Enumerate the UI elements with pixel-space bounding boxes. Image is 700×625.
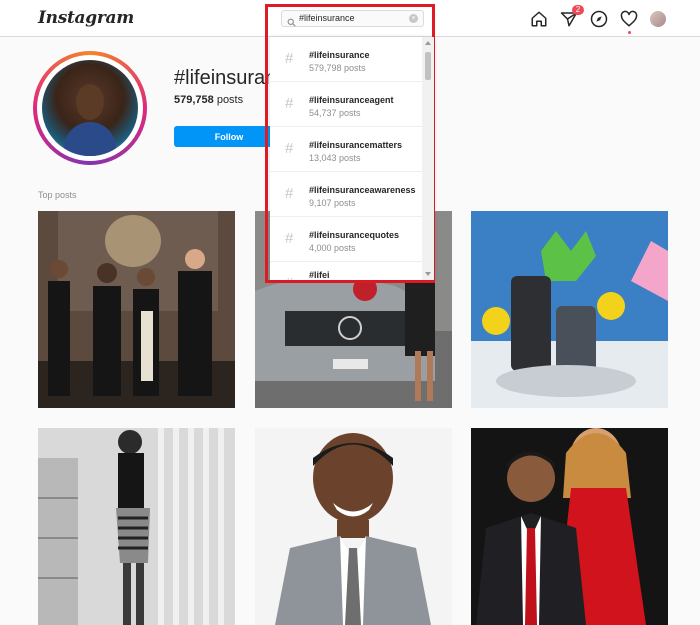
post-thumbnail[interactable] xyxy=(471,211,668,408)
search-suggestions: # #lifeinsurance 579,798 posts # #lifein… xyxy=(270,37,434,280)
nav-icons: 2 xyxy=(530,5,668,34)
explore-icon[interactable] xyxy=(590,10,608,28)
scroll-up-arrow-icon[interactable] xyxy=(425,41,431,45)
search-value: #lifeinsurance xyxy=(299,13,355,23)
post-thumbnail[interactable] xyxy=(38,211,235,408)
suggestion-tag: #lifeinsurance xyxy=(309,50,370,60)
suggestion-count: 579,798 posts xyxy=(309,63,366,73)
suggestion-item[interactable]: # #lifeinsurance 579,798 posts xyxy=(270,37,422,82)
scroll-thumb[interactable] xyxy=(425,52,431,80)
suggestion-item[interactable]: # #lifei xyxy=(270,262,422,280)
suggestion-item[interactable]: # #lifeinsurancematters 13,043 posts xyxy=(270,127,422,172)
suggestion-tag: #lifeinsurancequotes xyxy=(309,230,400,240)
suggestion-tag: #lifeinsurancematters xyxy=(309,140,403,150)
search-icon xyxy=(287,14,296,27)
post-count-label: posts xyxy=(213,94,244,106)
post-thumbnail[interactable] xyxy=(255,428,452,625)
top-posts-heading: Top posts xyxy=(38,190,77,200)
clear-icon[interactable]: × xyxy=(409,14,418,23)
notifications-badge: 2 xyxy=(572,5,584,15)
suggestion-tag: #lifeinsuranceagent xyxy=(309,95,394,105)
suggestion-count: 9,107 posts xyxy=(309,198,356,208)
direct-icon[interactable]: 2 xyxy=(560,5,584,28)
home-icon[interactable] xyxy=(530,10,548,28)
heart-icon[interactable] xyxy=(620,10,638,34)
profile-avatar[interactable] xyxy=(650,10,668,28)
suggestion-count: 13,043 posts xyxy=(309,153,361,163)
dropdown-scrollbar[interactable] xyxy=(422,37,434,280)
search-input[interactable]: #lifeinsurance × xyxy=(281,10,424,27)
suggestion-item[interactable]: # #lifeinsuranceagent 54,737 posts xyxy=(270,82,422,127)
post-count-value: 579,758 xyxy=(174,94,214,106)
post-count: 579,758 posts xyxy=(174,94,243,106)
instagram-logo[interactable]: Instagram xyxy=(38,8,134,28)
hashtag-icon: # xyxy=(285,275,293,280)
hashtag-avatar-ring xyxy=(33,51,147,165)
hashtag-avatar-photo xyxy=(42,60,138,156)
suggestion-tag: #lifeinsuranceawareness xyxy=(309,185,416,195)
scroll-down-arrow-icon[interactable] xyxy=(425,272,431,276)
suggestion-count: 4,000 posts xyxy=(309,243,356,253)
suggestion-count: 54,737 posts xyxy=(309,108,361,118)
activity-dot xyxy=(628,31,631,34)
hashtag-icon: # xyxy=(285,140,294,157)
hashtag-icon: # xyxy=(285,50,294,67)
suggestion-tag: #lifei xyxy=(309,270,330,280)
post-thumbnail[interactable] xyxy=(471,428,668,625)
suggestion-item[interactable]: # #lifeinsurancequotes 4,000 posts xyxy=(270,217,422,262)
post-thumbnail[interactable] xyxy=(38,428,235,625)
hashtag-icon: # xyxy=(285,230,294,247)
hashtag-icon: # xyxy=(285,95,294,112)
hashtag-icon: # xyxy=(285,185,294,202)
suggestion-item[interactable]: # #lifeinsuranceawareness 9,107 posts xyxy=(270,172,422,217)
